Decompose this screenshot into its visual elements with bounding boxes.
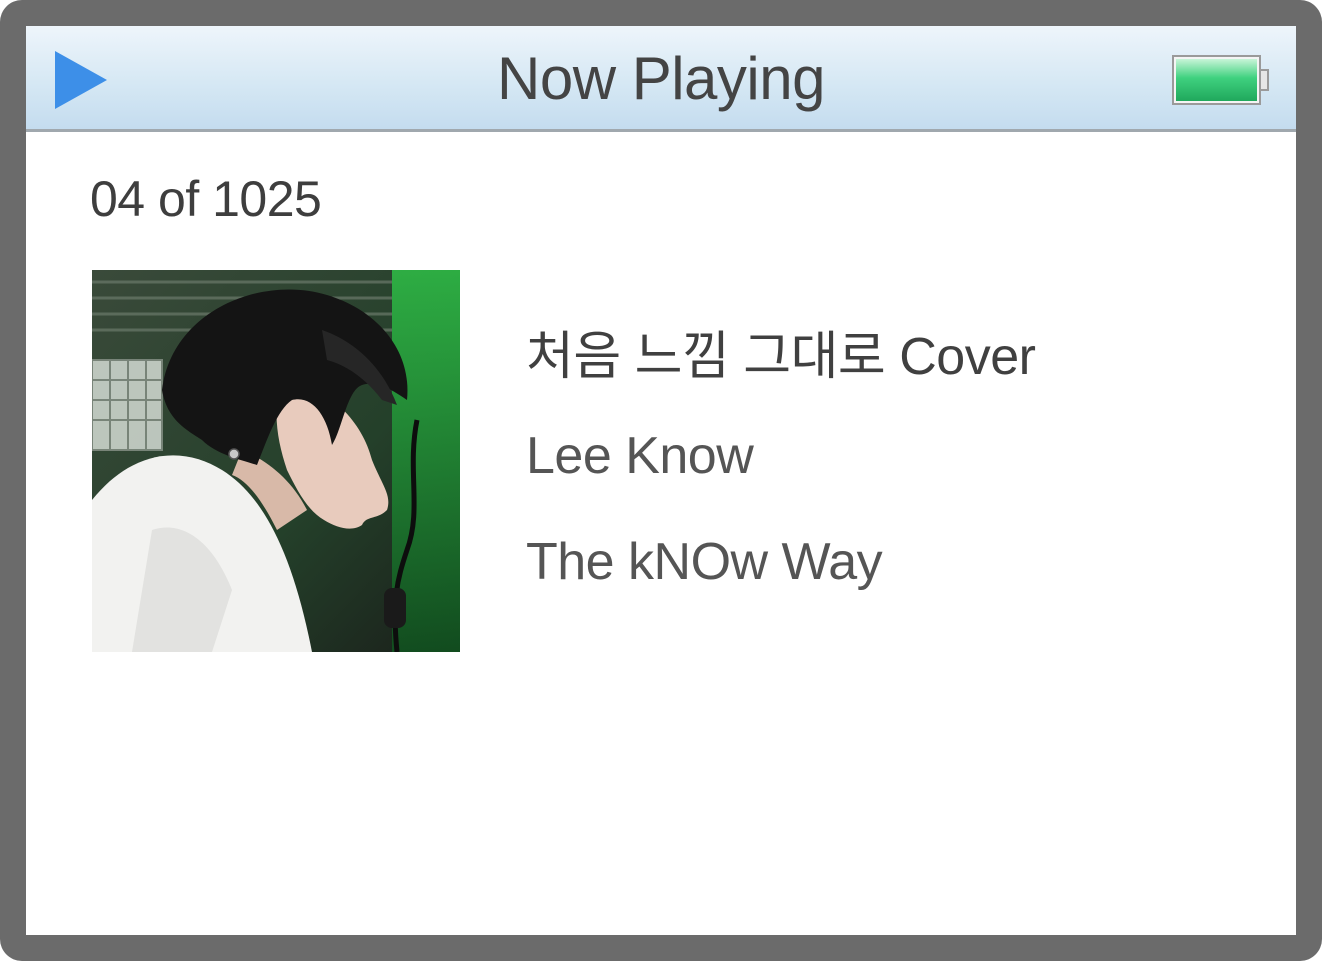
- player-screen: Now Playing 04 of 1025 처음 느낌 그대로 Cover L…: [26, 26, 1296, 935]
- album-name: The kNOw Way: [526, 533, 883, 591]
- song-title: 처음 느낌 그대로 Cover: [526, 328, 1036, 386]
- album-art: [92, 270, 460, 652]
- track-position: 04 of 1025: [90, 171, 322, 227]
- header-bar: Now Playing: [26, 26, 1296, 132]
- page-title: Now Playing: [497, 45, 826, 112]
- device-frame: Now Playing 04 of 1025 처음 느낌 그대로 Cover L…: [0, 0, 1322, 961]
- album-cover-photo: [92, 270, 460, 652]
- artist-name: Lee Know: [526, 427, 754, 485]
- battery-full-icon: [1172, 55, 1269, 105]
